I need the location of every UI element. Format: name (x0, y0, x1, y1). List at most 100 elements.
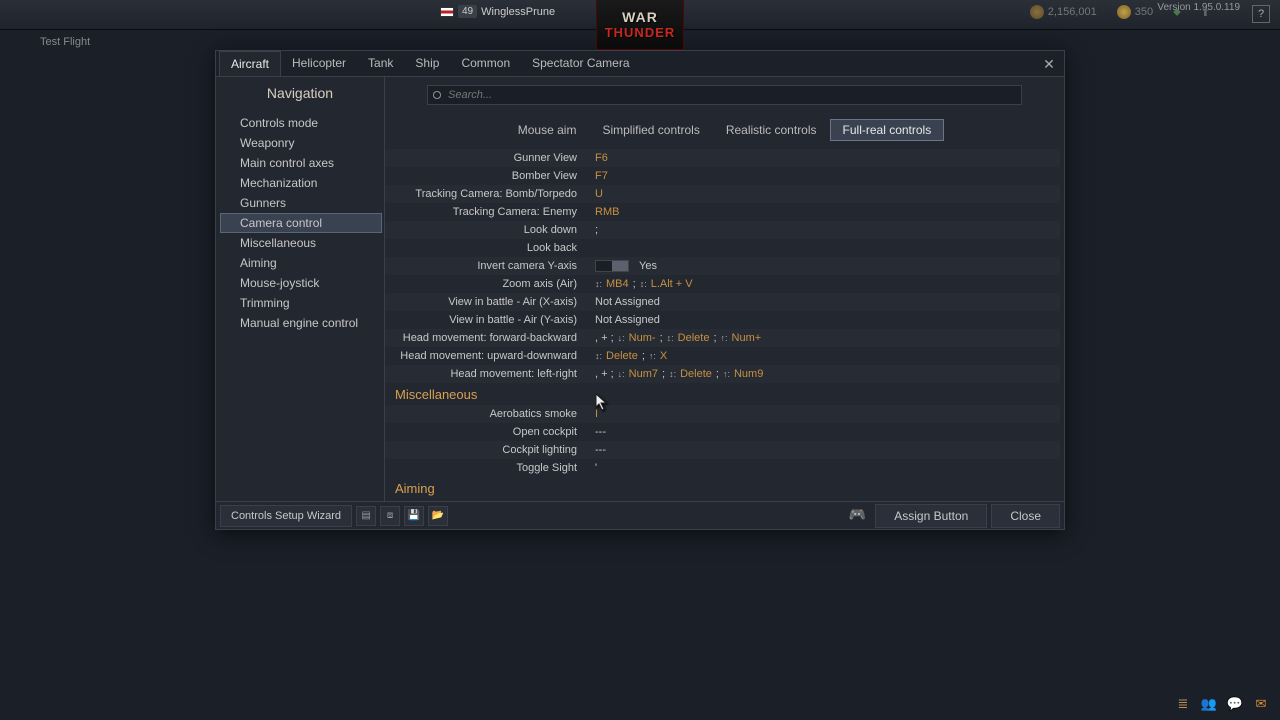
keybind: Delete (680, 368, 712, 380)
list-icon[interactable]: ≣ (1174, 696, 1192, 712)
nav-item-gunners[interactable]: Gunners (220, 193, 382, 213)
setting-row[interactable]: Mouse smoothingNo (385, 499, 1060, 501)
setting-row[interactable]: Look back (385, 239, 1060, 257)
import-icon[interactable]: ⧈ (380, 506, 400, 526)
setting-value[interactable]: ↕:Delete; ↑:X (595, 350, 1060, 362)
setting-row[interactable]: View in battle - Air (X-axis)Not Assigne… (385, 293, 1060, 311)
setting-value[interactable]: , + ; ↓:Num7; ↕:Delete; ↑:Num9 (595, 368, 1060, 380)
setting-value[interactable]: --- (595, 444, 1060, 456)
setting-label: View in battle - Air (X-axis) (385, 296, 595, 308)
save-preset-icon[interactable]: 💾 (404, 506, 424, 526)
nav-item-aiming[interactable]: Aiming (220, 253, 382, 273)
close-icon[interactable]: ✕ (1040, 55, 1058, 73)
axis-arrow-icon: ↑: (649, 351, 656, 361)
assign-button[interactable]: Assign Button (875, 504, 987, 528)
setting-row[interactable]: Tracking Camera: EnemyRMB (385, 203, 1060, 221)
setting-row[interactable]: Aerobatics smokeI (385, 405, 1060, 423)
setting-label: Invert camera Y-axis (385, 260, 595, 272)
setting-label: Head movement: upward-downward (385, 350, 595, 362)
setting-value[interactable]: ; (595, 224, 1060, 236)
setting-value[interactable]: RMB (595, 206, 1060, 218)
player-name: WinglessPrune (481, 6, 555, 18)
setting-row[interactable]: Head movement: left-right, + ; ↓:Num7; ↕… (385, 365, 1060, 383)
currency-ge[interactable]: ⬥ (1173, 6, 1181, 19)
setting-value[interactable]: --- (595, 426, 1060, 438)
setting-value[interactable]: , + ; ↓:Num-; ↕:Delete; ↑:Num+ (595, 332, 1060, 344)
setting-label: Zoom axis (Air) (385, 278, 595, 290)
setting-row[interactable]: Zoom axis (Air)↕:MB4; ↕:L.Alt + V (385, 275, 1060, 293)
setting-value[interactable]: F7 (595, 170, 1060, 182)
mail-icon[interactable]: ✉ (1252, 696, 1270, 712)
axis-arrow-icon: ↓: (618, 369, 625, 379)
currency-eagles[interactable]: 350 (1117, 5, 1153, 19)
chat-icon[interactable]: 💬 (1226, 696, 1244, 712)
preset-icon[interactable]: ▤ (356, 506, 376, 526)
tab-common[interactable]: Common (450, 51, 521, 76)
setting-value[interactable]: U (595, 188, 1060, 200)
player-badge[interactable]: 49 WinglessPrune (440, 5, 555, 18)
toggle-switch[interactable] (595, 260, 629, 272)
tab-tank[interactable]: Tank (357, 51, 404, 76)
setting-value[interactable]: Yes (595, 260, 1060, 272)
setting-value[interactable]: I (595, 408, 1060, 420)
tab-aircraft[interactable]: Aircraft (219, 51, 281, 76)
mode-simplified-controls[interactable]: Simplified controls (589, 119, 712, 141)
keybind: Delete (606, 350, 638, 362)
tab-helicopter[interactable]: Helicopter (281, 51, 357, 76)
help-icon[interactable]: ? (1252, 5, 1270, 23)
setting-value[interactable]: ↕:MB4; ↕:L.Alt + V (595, 278, 1060, 290)
nav-item-main-control-axes[interactable]: Main control axes (220, 153, 382, 173)
eagles-amount: 350 (1135, 6, 1153, 18)
setting-label: Open cockpit (385, 426, 595, 438)
setting-row[interactable]: Gunner ViewF6 (385, 149, 1060, 167)
keybind-text: ; (713, 332, 716, 344)
keybind: RMB (595, 206, 619, 218)
navigation-panel: Navigation Controls modeWeaponryMain con… (216, 77, 385, 501)
search-input[interactable] (427, 85, 1022, 105)
tab-spectator-camera[interactable]: Spectator Camera (521, 51, 640, 76)
tab-ship[interactable]: Ship (404, 51, 450, 76)
setting-row[interactable]: View in battle - Air (Y-axis)Not Assigne… (385, 311, 1060, 329)
friends-icon[interactable]: 👥 (1200, 696, 1218, 712)
nav-item-mechanization[interactable]: Mechanization (220, 173, 382, 193)
setting-row[interactable]: Cockpit lighting--- (385, 441, 1060, 459)
setting-value[interactable]: Not Assigned (595, 296, 1060, 308)
setting-row[interactable]: Head movement: forward-backward, + ; ↓:N… (385, 329, 1060, 347)
bottom-tray: ≣ 👥 💬 ✉ (1174, 696, 1270, 712)
keybind-text: ; (595, 224, 598, 236)
joystick-icon: 🎮 (847, 506, 867, 526)
setting-value[interactable]: F6 (595, 152, 1060, 164)
controls-wizard-button[interactable]: Controls Setup Wizard (220, 505, 352, 527)
setting-value[interactable]: ' (595, 462, 1060, 474)
nav-item-controls-mode[interactable]: Controls mode (220, 113, 382, 133)
setting-row[interactable]: Look down; (385, 221, 1060, 239)
nav-item-miscellaneous[interactable]: Miscellaneous (220, 233, 382, 253)
close-button[interactable]: Close (991, 504, 1060, 528)
settings-list[interactable]: Gunner ViewF6Bomber ViewF7Tracking Camer… (385, 149, 1064, 501)
setting-row[interactable]: Toggle Sight' (385, 459, 1060, 477)
setting-row[interactable]: Open cockpit--- (385, 423, 1060, 441)
axis-arrow-icon: ↑: (723, 369, 730, 379)
nav-item-camera-control[interactable]: Camera control (220, 213, 382, 233)
setting-label: Toggle Sight (385, 462, 595, 474)
setting-row[interactable]: Bomber ViewF7 (385, 167, 1060, 185)
currency-shop[interactable]: ⬆ (1201, 6, 1210, 19)
nav-item-trimming[interactable]: Trimming (220, 293, 382, 313)
controls-window: AircraftHelicopterTankShipCommonSpectato… (215, 50, 1065, 530)
load-preset-icon[interactable]: 📂 (428, 506, 448, 526)
nav-title: Navigation (216, 77, 384, 109)
setting-row[interactable]: Head movement: upward-downward↕:Delete; … (385, 347, 1060, 365)
setting-row[interactable]: Invert camera Y-axisYes (385, 257, 1060, 275)
mode-mouse-aim[interactable]: Mouse aim (505, 119, 590, 141)
nav-item-manual-engine-control[interactable]: Manual engine control (220, 313, 382, 333)
setting-row[interactable]: Tracking Camera: Bomb/TorpedoU (385, 185, 1060, 203)
axis-arrow-icon: ↑: (721, 333, 728, 343)
currency-lions[interactable]: 2,156,001 (1030, 5, 1097, 19)
setting-label: Bomber View (385, 170, 595, 182)
mode-full-real-controls[interactable]: Full-real controls (830, 119, 945, 141)
nav-item-mouse-joystick[interactable]: Mouse-joystick (220, 273, 382, 293)
setting-value[interactable]: Not Assigned (595, 314, 1060, 326)
nav-item-weaponry[interactable]: Weaponry (220, 133, 382, 153)
keybind-text: ; (660, 332, 663, 344)
mode-realistic-controls[interactable]: Realistic controls (713, 119, 830, 141)
